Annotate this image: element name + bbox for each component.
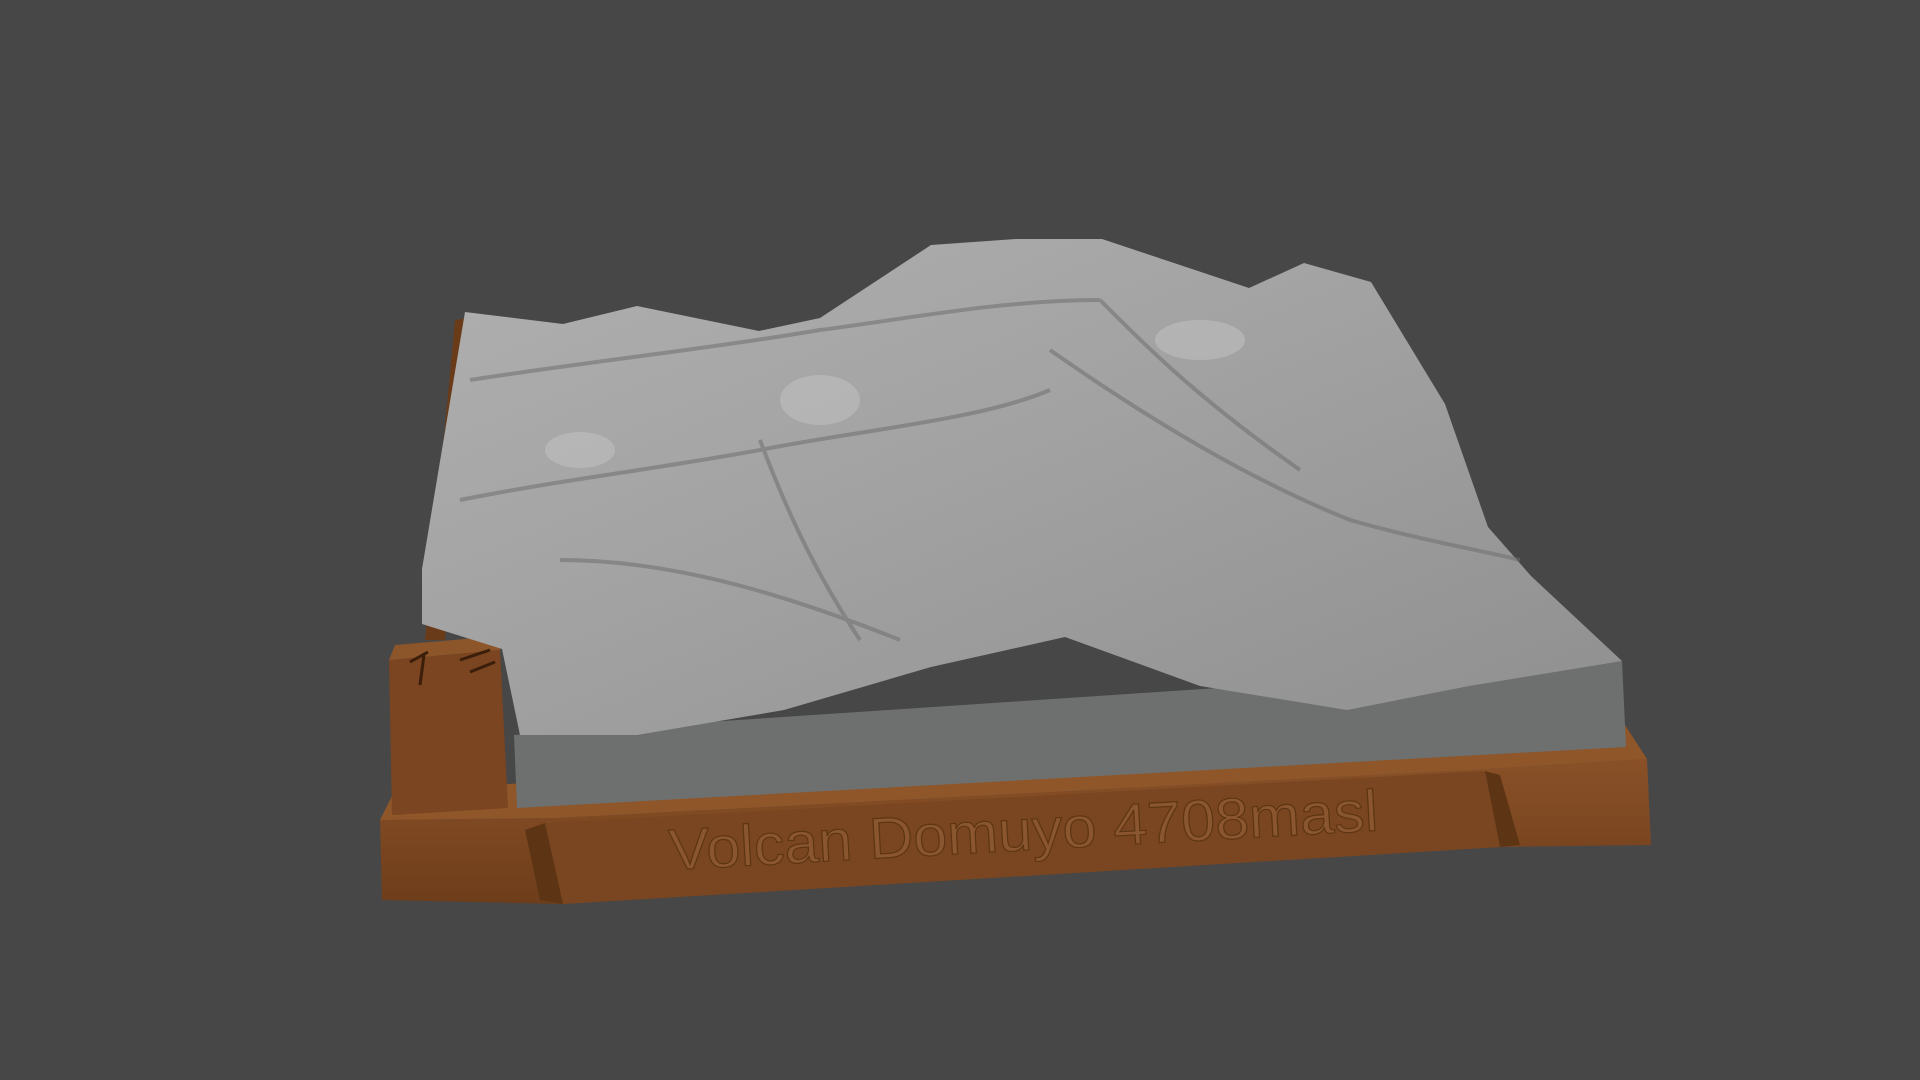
render-viewport: Volcan Domuyo 4708masl	[380, 239, 1651, 904]
base-post-front	[389, 650, 508, 815]
terrain-surface	[422, 239, 1622, 735]
